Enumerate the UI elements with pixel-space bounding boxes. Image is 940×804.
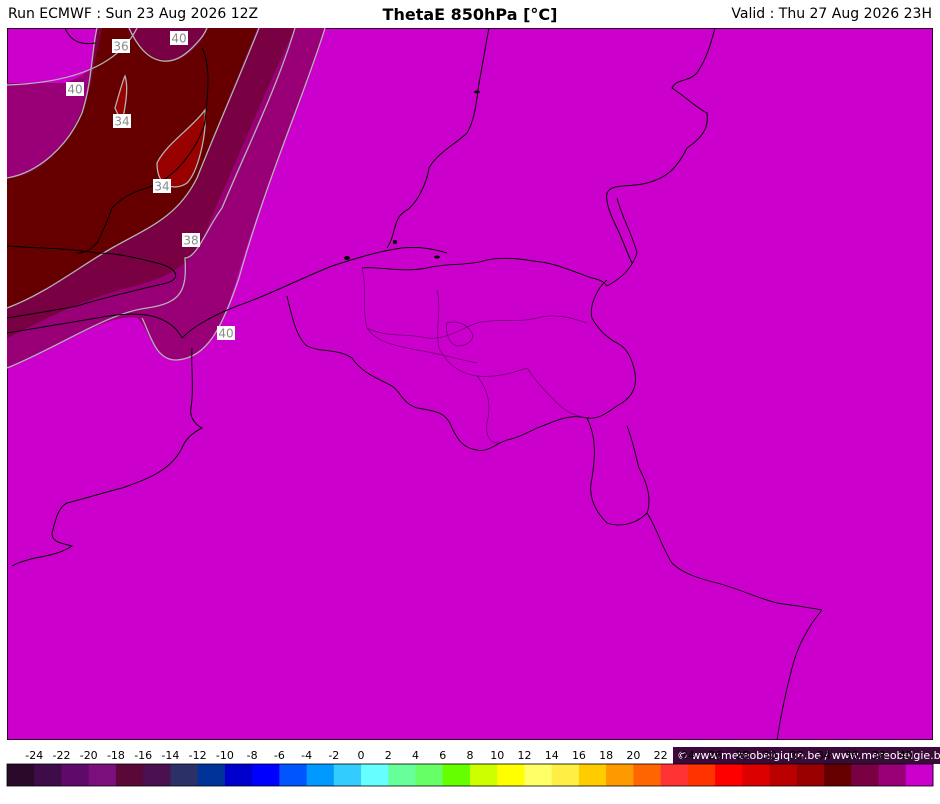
legend-color-box: [442, 764, 471, 786]
legend-tick-label: 0: [358, 749, 365, 762]
contour-label: 40: [66, 82, 84, 97]
legend-tick-label: 30: [763, 749, 777, 762]
legend-tick-label: 16: [572, 749, 586, 762]
legend-color-box: [415, 764, 444, 786]
legend-color-box: [497, 764, 525, 786]
contour-label-text: 40: [67, 83, 82, 97]
contour-label-text: 34: [154, 180, 169, 194]
legend-color-box: [742, 764, 771, 786]
legend-tick-label: 20: [626, 749, 640, 762]
legend-tick-label: -10: [216, 749, 234, 762]
legend-color-box: [633, 764, 662, 786]
legend-tick-label: 4: [412, 749, 419, 762]
legend-color-box: [333, 764, 362, 786]
legend-color-box: [878, 764, 907, 786]
contour-label-text: 36: [113, 40, 128, 54]
legend-color-box: [769, 764, 798, 786]
legend-tick-label: -8: [247, 749, 258, 762]
legend-color-box: [279, 764, 308, 786]
legend-tick-label: -4: [301, 749, 312, 762]
legend-tick-label: 2: [385, 749, 392, 762]
valid-time: Valid : Thu 27 Aug 2026 23H: [731, 6, 932, 22]
legend-tick-label: 22: [654, 749, 668, 762]
legend-color-box: [306, 764, 335, 786]
legend-color-box: [88, 764, 117, 786]
legend-color-box: [905, 764, 934, 786]
legend-color-box: [715, 764, 743, 786]
legend-tick-label: 38: [872, 749, 886, 762]
legend-color-box: [524, 764, 553, 786]
map-canvas: 40 36 40 34 34 38 40: [7, 28, 933, 740]
legend-color-box: [796, 764, 825, 786]
contour-label: 34: [153, 179, 171, 194]
legend-tick-label: -20: [80, 749, 98, 762]
legend-tick-label: 28: [735, 749, 749, 762]
legend-color-box: [61, 764, 90, 786]
legend-tick-label: 8: [467, 749, 474, 762]
legend-color-box: [551, 764, 580, 786]
contour-label-text: 40: [171, 32, 186, 46]
legend-tick-label: -14: [161, 749, 179, 762]
legend-color-box: [115, 764, 144, 786]
legend-tick-label: 12: [517, 749, 531, 762]
legend-color-box: [824, 764, 852, 786]
legend-tick-label: 40: [899, 749, 913, 762]
legend-tick-label: 34: [817, 749, 831, 762]
legend-color-box: [252, 764, 280, 786]
contour-label: 34: [113, 114, 131, 129]
legend-color-box: [687, 764, 716, 786]
legend-color-box: [224, 764, 253, 786]
legend-color-box: [197, 764, 226, 786]
legend-tick-label: -12: [189, 749, 207, 762]
contour-label: 40: [217, 326, 235, 341]
legend-color-box: [143, 764, 171, 786]
legend-color-box: [7, 764, 35, 786]
legend-tick-label: 36: [844, 749, 858, 762]
legend-color-box: [660, 764, 689, 786]
legend-tick-label: 26: [708, 749, 722, 762]
contour-label: 38: [182, 233, 200, 248]
legend-color-box: [34, 764, 62, 786]
legend-tick-label: -6: [274, 749, 285, 762]
legend-tick-label: -2: [328, 749, 339, 762]
legend-color-box: [170, 764, 199, 786]
contour-label: 40: [170, 31, 188, 46]
legend-tick-label: 6: [439, 749, 446, 762]
map-area[interactable]: 40 36 40 34 34 38 40 © www.meteobelgique.be / …: [7, 28, 940, 764]
legend-canvas: -24 -22 -20 -18 -16 -14 -12 -10 -8 -6 -4 -2 0 2 4 6 8 10 1…: [6, 749, 934, 787]
legend-color-box: [851, 764, 880, 786]
contour-label-text: 40: [218, 327, 233, 341]
contour-label-text: 34: [114, 115, 129, 129]
legend-color-box: [361, 764, 389, 786]
legend-color-box: [470, 764, 498, 786]
legend-tick-label: 24: [681, 749, 695, 762]
contour-label: 36: [112, 39, 130, 54]
legend-boxes: [6, 763, 934, 787]
legend-tick-label: 14: [545, 749, 559, 762]
legend-ticks: -24 -22 -20 -18 -16 -14 -12 -10 -8 -6 -4 -2 0 2 4 6 8 10 1…: [25, 749, 913, 762]
legend-tick-label: 32: [790, 749, 804, 762]
color-legend: -24 -22 -20 -18 -16 -14 -12 -10 -8 -6 -4 -2 0 2 4 6 8 10 1…: [0, 744, 940, 800]
legend-color-box: [606, 764, 634, 786]
legend-tick-label: 10: [490, 749, 504, 762]
legend-tick-label: -16: [134, 749, 152, 762]
legend-tick-label: -24: [25, 749, 43, 762]
legend-color-box: [388, 764, 417, 786]
legend-color-box: [578, 764, 607, 786]
contour-label-text: 38: [183, 234, 198, 248]
legend-tick-label: 18: [599, 749, 613, 762]
legend-tick-label: -18: [107, 749, 125, 762]
legend-tick-label: -22: [52, 749, 70, 762]
